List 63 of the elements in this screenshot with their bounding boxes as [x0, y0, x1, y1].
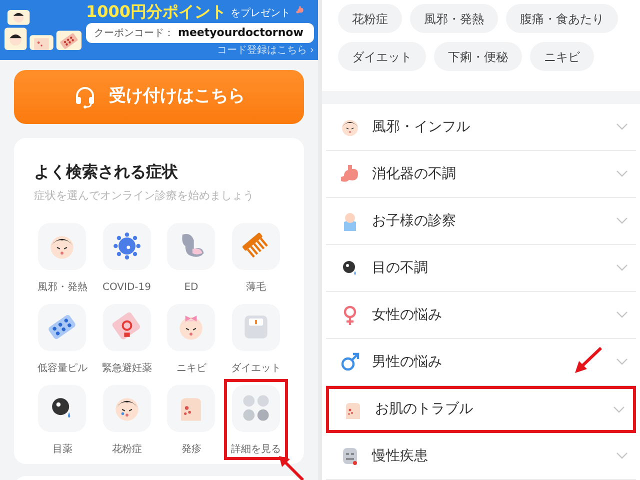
symptom-label: ED: [184, 280, 198, 294]
symptom-item[interactable]: COVID-19: [94, 216, 159, 298]
symptom-item[interactable]: 薄毛: [224, 216, 288, 298]
symptom-tag[interactable]: 下痢・便秘: [434, 42, 522, 71]
chevron-down-icon: [616, 217, 628, 225]
symptom-label: 薄毛: [246, 280, 266, 294]
card-title: よく検索される症状: [33, 161, 179, 183]
symptom-item[interactable]: 低容量ピル: [30, 298, 94, 378]
category-label: 消化器の不調: [372, 164, 456, 184]
symptom-label: 目薬: [52, 442, 72, 456]
category-row[interactable]: 慢性疾患: [326, 433, 636, 480]
category-row[interactable]: お子様の診察: [326, 198, 636, 245]
category-label: お子様の診察: [372, 212, 456, 230]
banner-headline-suffix: をプレゼント: [230, 7, 291, 21]
symptom-tag[interactable]: ダイエット: [338, 42, 426, 71]
symptom-label: 緊急避妊薬: [102, 362, 152, 376]
symptom-item[interactable]: 発疹: [159, 378, 224, 460]
symptom-label: 詳細を見る: [230, 442, 281, 456]
category-row[interactable]: 風邪・インフル: [326, 104, 636, 151]
chevron-down-icon: [616, 264, 628, 272]
chevron-down-icon: [616, 311, 628, 319]
pointer-arrow: [276, 454, 306, 480]
category-row[interactable]: 消化器の不調: [326, 151, 636, 198]
chevron-down-icon: [616, 170, 628, 178]
symptom-label: 発疹: [181, 442, 202, 456]
card-subtitle: 症状を選んでオンライン診療を始めましょう: [33, 188, 255, 204]
coupon-code: meetyourdoctornow: [178, 24, 304, 41]
pointer-arrow: [572, 345, 604, 375]
symptom-item[interactable]: 風邪・発熱: [30, 216, 94, 298]
category-label: 慢性疾患: [372, 446, 428, 466]
symptom-tag[interactable]: ニキビ: [530, 42, 594, 71]
category-label: 男性の悩み: [372, 352, 442, 372]
chevron-down-icon: [616, 123, 628, 131]
symptom-label: ダイエット: [230, 362, 281, 376]
symptom-item[interactable]: 詳細を見る: [224, 378, 288, 460]
symptom-tag[interactable]: 花粉症: [338, 4, 402, 33]
category-label: 女性の悩み: [372, 306, 442, 324]
chevron-down-icon: [613, 406, 625, 414]
symptom-item[interactable]: ニキビ: [159, 298, 224, 378]
category-row[interactable]: 目の不調: [326, 245, 636, 292]
coupon-label: クーポンコード：: [94, 26, 174, 40]
symptom-item[interactable]: ED: [159, 216, 224, 298]
promo-banner[interactable]: 1000円分ポイント をプレゼント クーポンコード： meetyourdoctornow コード登録はこちら ›: [0, 0, 318, 60]
symptom-item[interactable]: 花粉症: [94, 378, 159, 460]
chevron-down-icon: [616, 358, 628, 366]
category-label: お肌のトラブル: [375, 400, 473, 419]
symptom-label: 風邪・発熱: [37, 280, 88, 294]
banner-headline: 1000円分ポイント: [86, 3, 227, 21]
symptom-tag[interactable]: 腹痛・食あたり: [506, 4, 618, 33]
chevron-down-icon: [616, 452, 628, 460]
symptom-label: 低容量ピル: [37, 362, 88, 376]
symptom-tag[interactable]: 風邪・発熱: [410, 4, 498, 33]
category-label: 目の不調: [372, 258, 428, 278]
category-label: 風邪・インフル: [372, 118, 470, 136]
symptom-label: ニキビ: [176, 362, 206, 376]
category-row[interactable]: 女性の悩み: [326, 292, 636, 339]
headset-icon: [73, 85, 97, 109]
symptom-label: 花粉症: [112, 442, 142, 456]
category-row[interactable]: お肌のトラブル: [326, 386, 636, 433]
symptom-label: COVID-19: [102, 280, 151, 294]
symptom-item[interactable]: 緊急避妊薬: [94, 298, 159, 378]
symptom-item[interactable]: ダイエット: [224, 298, 288, 378]
symptom-item[interactable]: 目薬: [30, 378, 94, 460]
